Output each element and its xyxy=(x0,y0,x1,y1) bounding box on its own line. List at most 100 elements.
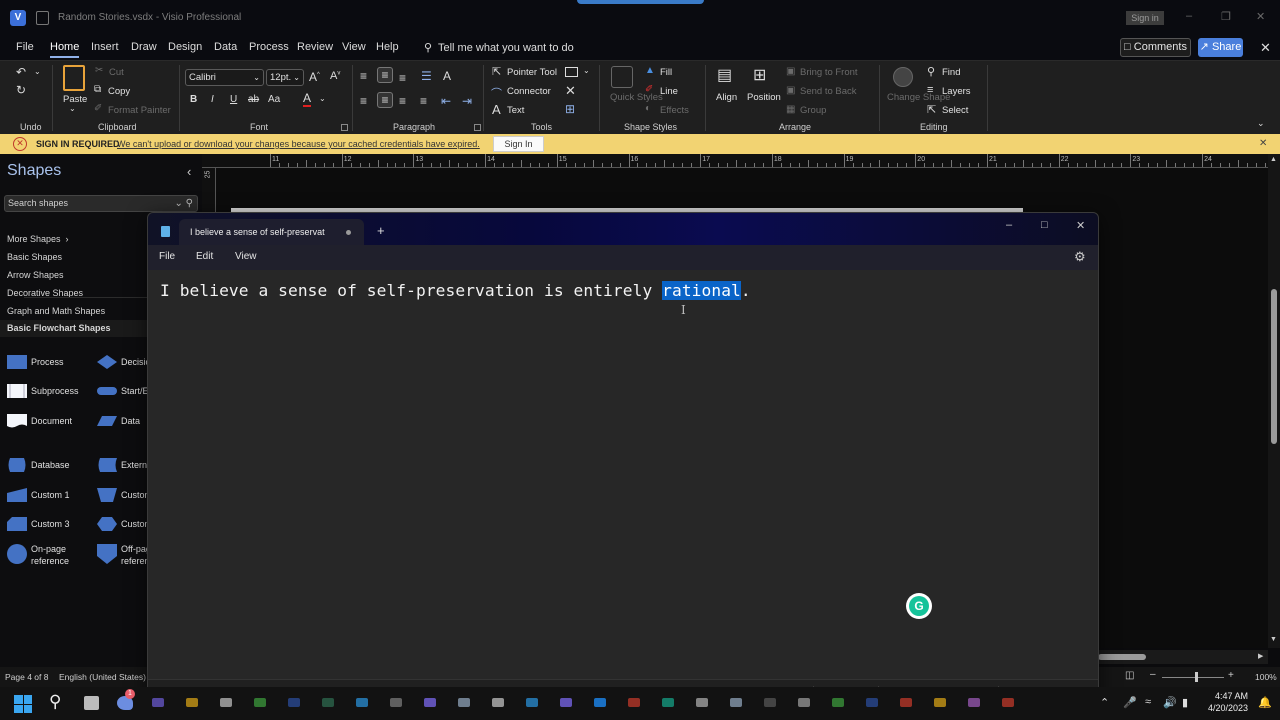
tab-data[interactable]: Data xyxy=(214,41,237,53)
taskbar-app-icon[interactable] xyxy=(900,698,912,707)
font-dialog-launcher-icon[interactable] xyxy=(341,124,348,131)
font-color-button[interactable]: A xyxy=(303,92,312,107)
taskbar-app-icon[interactable] xyxy=(492,698,504,707)
restore-icon[interactable]: ❐ xyxy=(1221,10,1231,23)
font-color-dropdown-icon[interactable]: ⌄ xyxy=(319,94,326,103)
fill-button[interactable]: Fill xyxy=(660,67,672,78)
close-document-icon[interactable]: ✕ xyxy=(1260,40,1271,56)
undo-icon[interactable]: ↶ xyxy=(16,65,26,79)
settings-gear-icon[interactable]: ⚙ xyxy=(1074,249,1086,265)
connector-button[interactable]: Connector xyxy=(507,86,551,97)
bold-button[interactable]: B xyxy=(190,94,197,105)
tab-file[interactable]: File xyxy=(16,41,34,53)
message-link[interactable]: We can't upload or download your changes… xyxy=(117,139,480,149)
close-icon[interactable]: ✕ xyxy=(1256,10,1265,23)
taskbar-app-icon[interactable] xyxy=(560,698,572,707)
search-icon[interactable]: ⌄ ⚲ xyxy=(175,196,193,211)
tab-view[interactable]: View xyxy=(342,41,366,53)
rectangle-tool-icon[interactable] xyxy=(565,67,578,77)
share-button[interactable]: ↗ Share xyxy=(1198,38,1243,57)
scroll-down-icon[interactable]: ▼ xyxy=(1270,636,1277,643)
delete-connector-icon[interactable]: ✕ xyxy=(565,83,576,99)
tab-process[interactable]: Process xyxy=(249,41,289,53)
taskbar-app-icon[interactable] xyxy=(764,698,776,707)
crop-tool-icon[interactable]: ⊞ xyxy=(565,102,575,116)
scroll-right-icon[interactable]: ▶ xyxy=(1258,652,1263,660)
battery-icon[interactable]: ▮ xyxy=(1182,696,1188,709)
page-indicator[interactable]: Page 4 of 8 xyxy=(5,672,48,682)
taskbar-app-icon[interactable] xyxy=(934,698,946,707)
document-text[interactable]: I believe a sense of self-preservation i… xyxy=(160,281,751,300)
taskbar-app-icon[interactable] xyxy=(594,698,606,707)
menu-edit[interactable]: Edit xyxy=(196,251,213,262)
line-button[interactable]: Line xyxy=(660,86,678,97)
stencil-more-shapes[interactable]: More Shapes › xyxy=(7,234,69,244)
position-button[interactable]: Position xyxy=(747,92,781,103)
zoom-slider-track[interactable] xyxy=(1162,677,1224,678)
text-direction-icon[interactable]: A xyxy=(443,69,451,83)
paste-icon[interactable] xyxy=(63,65,85,91)
taskbar-app-icon[interactable] xyxy=(152,698,164,707)
shape-decision[interactable]: Decision xyxy=(97,354,150,370)
redo-icon[interactable]: ↻ xyxy=(16,83,26,97)
pointer-tool-button[interactable]: Pointer Tool xyxy=(507,67,557,78)
align-center-icon[interactable]: ≡ xyxy=(377,92,393,108)
minimize-icon[interactable]: – xyxy=(1186,10,1192,22)
tell-me-search[interactable]: ⚲ Tell me what you want to do xyxy=(424,41,574,54)
presentation-mode-icon[interactable]: ◫ xyxy=(1125,670,1134,681)
tab-design[interactable]: Design xyxy=(168,41,202,53)
horizontal-scrollbar[interactable]: ▶ xyxy=(1098,650,1268,664)
clock-time[interactable]: 4:47 AM xyxy=(1212,691,1248,701)
save-icon[interactable] xyxy=(36,11,49,25)
tab-review[interactable]: Review xyxy=(297,41,333,53)
zoom-in-icon[interactable]: + xyxy=(1228,670,1234,681)
taskbar-app-icon[interactable] xyxy=(186,698,198,707)
taskbar-app-icon[interactable] xyxy=(220,698,232,707)
notepad-maximize-icon[interactable]: □ xyxy=(1041,219,1048,231)
stencil-graph-math-shapes[interactable]: Graph and Math Shapes xyxy=(7,306,105,316)
microphone-icon[interactable]: 🎤 xyxy=(1123,696,1137,709)
taskbar-app-icon[interactable] xyxy=(730,698,742,707)
vertical-scroll-thumb[interactable] xyxy=(1271,289,1277,444)
shape-off-page-reference[interactable]: Off-page reference xyxy=(97,543,150,569)
taskbar-app-icon[interactable] xyxy=(662,698,674,707)
zoom-slider-thumb[interactable] xyxy=(1195,672,1198,682)
notepad-text-area[interactable]: I believe a sense of self-preservation i… xyxy=(148,270,1098,679)
decrease-indent-icon[interactable]: ⇤ xyxy=(441,94,451,108)
stencil-basic-shapes[interactable]: Basic Shapes xyxy=(7,252,62,262)
font-size-select[interactable]: 12pt. ⌄ xyxy=(266,69,304,86)
shape-custom-4[interactable]: Custom 4 xyxy=(97,516,150,532)
scroll-up-icon[interactable]: ▲ xyxy=(1270,156,1277,163)
notifications-icon[interactable]: 🔔 xyxy=(1258,696,1272,709)
collapse-pane-icon[interactable]: ‹ xyxy=(187,164,191,179)
language-indicator[interactable]: English (United States) xyxy=(59,672,146,682)
taskbar-app-icon[interactable] xyxy=(458,698,470,707)
zoom-level[interactable]: 100% xyxy=(1255,672,1277,682)
horizontal-scroll-thumb[interactable] xyxy=(1098,654,1146,660)
copy-icon[interactable]: ⧉ xyxy=(94,84,101,95)
zoom-out-icon[interactable]: – xyxy=(1150,669,1156,680)
search-shapes-input[interactable]: Search shapes ⌄ ⚲ xyxy=(4,195,198,212)
menu-view[interactable]: View xyxy=(235,251,257,262)
taskbar-app-icon[interactable] xyxy=(288,698,300,707)
volume-icon[interactable]: 🔊 xyxy=(1163,696,1177,709)
notepad-minimize-icon[interactable]: – xyxy=(1006,219,1012,231)
select-button[interactable]: Select xyxy=(942,105,968,116)
justify-icon[interactable]: ≡ xyxy=(420,94,427,108)
tab-insert[interactable]: Insert xyxy=(91,41,119,53)
taskbar-search-icon[interactable]: ⚲ xyxy=(49,692,61,712)
align-middle-icon[interactable]: ≡ xyxy=(377,67,393,83)
taskbar-app-icon[interactable] xyxy=(968,698,980,707)
dismiss-message-icon[interactable]: ✕ xyxy=(1259,138,1267,149)
align-bottom-icon[interactable]: ≡ xyxy=(399,71,406,85)
notepad-close-icon[interactable]: ✕ xyxy=(1076,219,1085,232)
task-view-icon[interactable] xyxy=(84,696,99,710)
tab-home[interactable]: Home xyxy=(50,41,80,58)
font-family-select[interactable]: Calibri ⌄ xyxy=(185,69,264,86)
wifi-icon[interactable]: ≈ xyxy=(1145,696,1151,708)
shape-start-end[interactable]: Start/End xyxy=(97,383,150,399)
strikethrough-button[interactable]: ab xyxy=(248,94,259,105)
paste-dropdown-icon[interactable]: ⌄ xyxy=(69,104,76,113)
italic-button[interactable]: I xyxy=(211,94,214,105)
taskbar-app-icon[interactable] xyxy=(866,698,878,707)
